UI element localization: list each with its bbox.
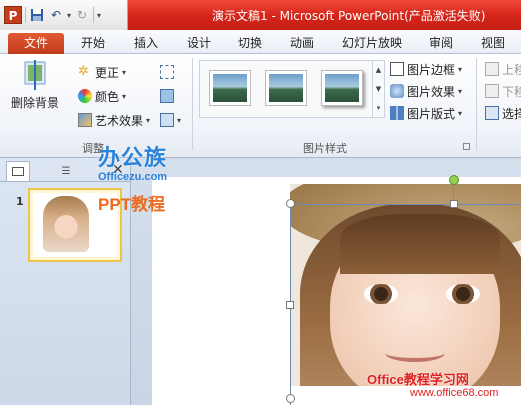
selection-pane-label: 选择 bbox=[502, 106, 521, 121]
chevron-down-icon: ▾ bbox=[177, 115, 182, 125]
tab-home[interactable]: 开始 bbox=[78, 33, 108, 54]
reset-picture-icon bbox=[160, 113, 174, 127]
picture-styles-gallery: ▲ ▼ ▾ bbox=[199, 60, 385, 118]
photo-eye bbox=[364, 284, 398, 304]
picture-effects-button[interactable]: 图片效果 ▾ bbox=[390, 81, 462, 101]
color-button[interactable]: 颜色 ▾ bbox=[78, 86, 126, 106]
picture-styles-group-label: 图片样式 bbox=[303, 142, 347, 155]
selection-pane-icon bbox=[485, 106, 499, 120]
chevron-up-icon[interactable]: ▲ bbox=[376, 66, 381, 74]
tab-review[interactable]: 审阅 bbox=[426, 33, 456, 54]
picture-layout-icon bbox=[390, 106, 404, 120]
rotate-handle[interactable] bbox=[449, 175, 459, 185]
slide-editor bbox=[131, 158, 521, 405]
send-backward-icon bbox=[485, 84, 499, 98]
watermark-brand-sub: PPT教程 bbox=[98, 195, 166, 214]
gallery-scroll[interactable]: ▲ ▼ ▾ bbox=[372, 61, 384, 117]
picture-layout-button[interactable]: 图片版式 ▾ bbox=[390, 103, 462, 123]
chevron-down-icon: ▾ bbox=[458, 108, 463, 118]
selection-border bbox=[290, 204, 521, 205]
picture-style-option[interactable] bbox=[209, 70, 251, 106]
selected-photo[interactable] bbox=[290, 184, 521, 386]
watermark-site-url: www.office68.com bbox=[410, 387, 499, 399]
remove-background-icon bbox=[24, 60, 46, 90]
resize-handle-corner[interactable] bbox=[286, 394, 295, 403]
photo-bangs bbox=[340, 214, 500, 274]
resize-handle-side[interactable] bbox=[450, 200, 458, 208]
reset-picture-button[interactable]: ▾ bbox=[160, 110, 181, 130]
color-label: 颜色 bbox=[95, 89, 120, 104]
artistic-effects-icon bbox=[78, 113, 92, 127]
send-backward-button[interactable]: 下移 bbox=[485, 81, 521, 101]
remove-background-button[interactable]: 删除背景 bbox=[8, 60, 62, 120]
bring-forward-button[interactable]: 上移 bbox=[485, 59, 521, 79]
powerpoint-logo-icon[interactable]: P bbox=[4, 6, 22, 24]
tab-insert[interactable]: 插入 bbox=[131, 33, 161, 54]
group-separator bbox=[476, 58, 477, 150]
compress-pictures-icon bbox=[160, 65, 174, 79]
corrections-label: 更正 bbox=[95, 65, 120, 80]
qat-separator bbox=[93, 7, 95, 23]
chevron-down-icon: ▾ bbox=[122, 67, 127, 77]
outline-tab-icon[interactable]: ☰ bbox=[54, 161, 78, 181]
undo-dropdown-icon[interactable]: ▾ bbox=[67, 11, 71, 20]
resize-handle-side[interactable] bbox=[286, 301, 294, 309]
tab-file[interactable]: 文件 bbox=[8, 33, 64, 54]
chevron-down-icon: ▾ bbox=[122, 91, 127, 101]
send-backward-label: 下移 bbox=[502, 84, 521, 99]
save-icon[interactable] bbox=[29, 7, 45, 23]
watermark-brand-cn: 办公族 bbox=[98, 145, 168, 170]
chevron-down-icon: ▾ bbox=[146, 115, 151, 125]
slide-number: 1 bbox=[16, 195, 24, 208]
remove-background-label: 删除背景 bbox=[10, 96, 59, 110]
chevron-down-icon: ▾ bbox=[458, 64, 463, 74]
dialog-launcher-icon[interactable] bbox=[463, 143, 470, 150]
change-picture-icon bbox=[160, 89, 174, 103]
redo-icon[interactable]: ↻ bbox=[74, 7, 90, 23]
slides-tab-icon[interactable] bbox=[6, 161, 30, 181]
corrections-button[interactable]: ✲ 更正 ▾ bbox=[78, 62, 126, 82]
picture-style-option[interactable] bbox=[321, 70, 363, 106]
picture-layout-label: 图片版式 bbox=[407, 106, 456, 121]
tab-animations[interactable]: 动画 bbox=[287, 33, 317, 54]
tab-design[interactable]: 设计 bbox=[184, 33, 214, 54]
artistic-effects-button[interactable]: 艺术效果 ▾ bbox=[78, 110, 150, 130]
tab-slideshow[interactable]: 幻灯片放映 bbox=[340, 33, 404, 54]
artistic-effects-label: 艺术效果 bbox=[95, 113, 144, 128]
picture-effects-icon bbox=[390, 84, 404, 98]
photo-mouth bbox=[385, 344, 445, 362]
resize-handle-corner[interactable] bbox=[286, 199, 295, 208]
undo-icon[interactable]: ↶ bbox=[48, 7, 64, 23]
bring-forward-icon bbox=[485, 62, 499, 76]
selection-pane-button[interactable]: 选择 bbox=[485, 103, 521, 123]
tab-transitions[interactable]: 切换 bbox=[235, 33, 265, 54]
title-bar: P ↶ ▾ ↻ ▾ 演示文稿1 - Microsoft PowerPoint(产… bbox=[0, 0, 521, 30]
bring-forward-label: 上移 bbox=[502, 62, 521, 77]
watermark-site-cn: Office教程学习网 bbox=[367, 372, 469, 387]
group-separator bbox=[192, 58, 193, 150]
ribbon-tab-bar: 文件 开始 插入 设计 切换 动画 幻灯片放映 审阅 视图 bbox=[0, 30, 521, 54]
quick-access-toolbar: P ↶ ▾ ↻ ▾ bbox=[0, 0, 128, 30]
compress-pictures-button[interactable] bbox=[160, 62, 174, 82]
gallery-more-icon[interactable]: ▾ bbox=[377, 104, 381, 112]
chevron-down-icon[interactable]: ▼ bbox=[376, 85, 381, 93]
ribbon: 删除背景 ✲ 更正 ▾ 颜色 ▾ 艺术效果 ▾ ▾ 调整 ▲ ▼ ▾ 图片边框 … bbox=[0, 54, 521, 158]
photo-eye bbox=[446, 284, 480, 304]
pencil-icon bbox=[390, 62, 404, 76]
qat-separator bbox=[25, 7, 26, 23]
tab-view[interactable]: 视图 bbox=[478, 33, 508, 54]
sun-icon: ✲ bbox=[78, 64, 89, 79]
picture-effects-label: 图片效果 bbox=[407, 84, 456, 99]
thumbnail-photo bbox=[43, 196, 89, 252]
picture-border-label: 图片边框 bbox=[407, 62, 456, 77]
window-title: 演示文稿1 - Microsoft PowerPoint(产品激活失败) bbox=[212, 9, 486, 23]
picture-border-button[interactable]: 图片边框 ▾ bbox=[390, 59, 462, 79]
watermark-brand-url: Officezu.com bbox=[98, 171, 168, 183]
customize-qat-icon[interactable]: ▾ bbox=[97, 11, 101, 20]
palette-icon bbox=[78, 89, 92, 103]
picture-style-option[interactable] bbox=[265, 70, 307, 106]
change-picture-button[interactable] bbox=[160, 86, 174, 106]
chevron-down-icon: ▾ bbox=[458, 86, 463, 96]
